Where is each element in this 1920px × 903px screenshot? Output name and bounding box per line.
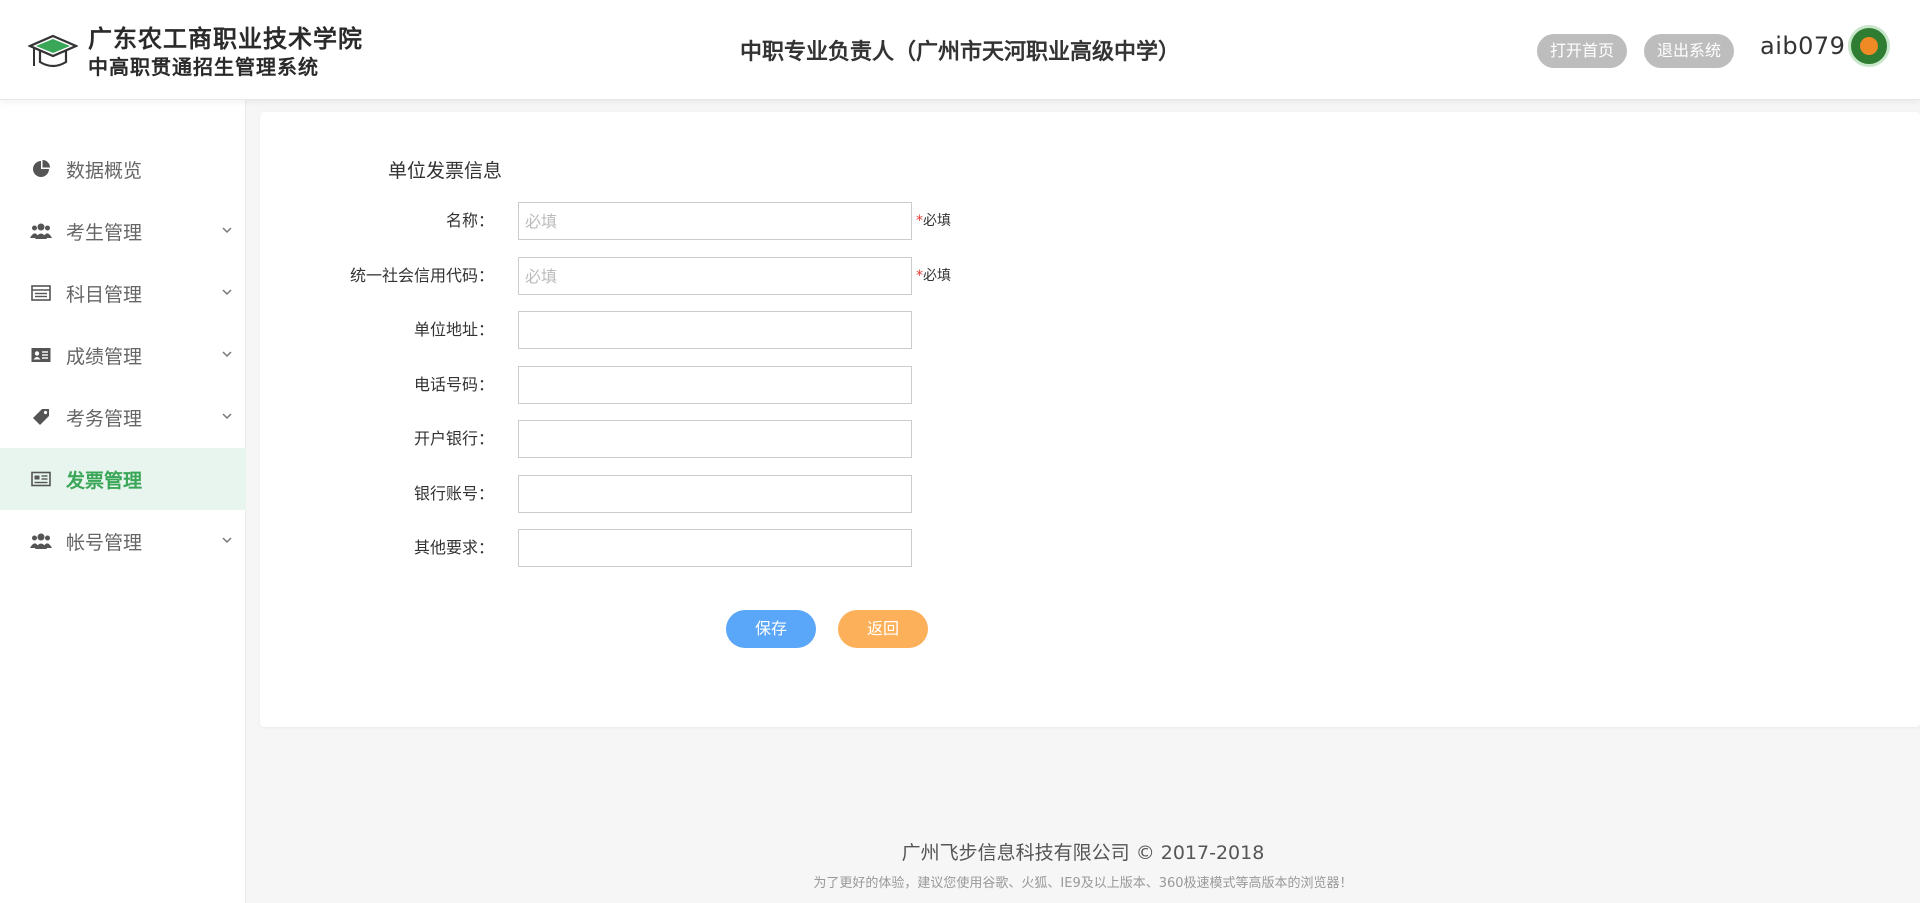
chevron-down-icon <box>222 227 232 234</box>
chevron-down-icon <box>222 537 232 544</box>
footer-browser-tip: 为了更好的体验，建议您使用谷歌、火狐、IE9及以上版本、360极速模式等高版本的… <box>813 876 1353 891</box>
form-row-credit-code: 统一社会信用代码： *必填 <box>260 257 1060 295</box>
brand: 广东农工商职业技术学院 中高职贯通招生管理系统 <box>88 24 363 80</box>
sidebar: 数据概览 考生管理 科目管理 成绩管理 考务管理 发票管理 帐号管理 <box>0 100 246 903</box>
field-label: 单位地址： <box>413 320 494 339</box>
field-label: 统一社会信用代码： <box>349 266 494 285</box>
list-icon <box>30 282 52 304</box>
form-title: 单位发票信息 <box>388 160 503 182</box>
required-note: *必填 <box>916 213 951 229</box>
save-button[interactable]: 保存 <box>726 610 816 648</box>
bank-account-input[interactable] <box>518 475 912 513</box>
phone-input[interactable] <box>518 366 912 404</box>
system-name: 中高职贯通招生管理系统 <box>88 55 319 79</box>
invoice-form-card: 单位发票信息 名称： *必填 统一社会信用代码： *必填 单位地址： 电话号码：… <box>260 112 1920 727</box>
required-note: *必填 <box>916 268 951 284</box>
top-header: 广东农工商职业技术学院 中高职贯通招生管理系统 中职专业负责人（广州市天河职业高… <box>0 0 1920 100</box>
logout-button[interactable]: 退出系统 <box>1644 34 1734 68</box>
name-input[interactable] <box>518 202 912 240</box>
pie-chart-icon <box>30 158 52 180</box>
sidebar-item-candidate-management[interactable]: 考生管理 <box>0 200 246 262</box>
users-icon <box>30 530 52 552</box>
field-label: 名称： <box>445 211 494 230</box>
form-row-phone: 电话号码： <box>260 366 1060 404</box>
role-title: 中职专业负责人（广州市天河职业高级中学） <box>739 40 1180 65</box>
graduation-cap-icon <box>28 34 78 68</box>
avatar[interactable] <box>1848 25 1890 67</box>
sidebar-item-label: 成绩管理 <box>66 345 143 368</box>
tag-icon <box>30 406 52 428</box>
sidebar-item-label: 发票管理 <box>66 469 143 492</box>
id-card-icon <box>30 344 52 366</box>
address-input[interactable] <box>518 311 912 349</box>
sidebar-menu: 数据概览 考生管理 科目管理 成绩管理 考务管理 发票管理 帐号管理 <box>0 138 246 572</box>
required-text: 必填 <box>923 213 951 229</box>
chevron-down-icon <box>222 289 232 296</box>
sidebar-item-score-management[interactable]: 成绩管理 <box>0 324 246 386</box>
field-label: 银行账号： <box>413 484 494 503</box>
sidebar-item-label: 考务管理 <box>66 407 143 430</box>
sidebar-item-label: 科目管理 <box>66 283 143 306</box>
form-row-bank: 开户银行： <box>260 420 1060 458</box>
bank-input[interactable] <box>518 420 912 458</box>
chevron-down-icon <box>222 351 232 358</box>
form-row-name: 名称： *必填 <box>260 202 1060 240</box>
sidebar-item-label: 考生管理 <box>66 221 143 244</box>
form-row-account: 银行账号： <box>260 475 1060 513</box>
sidebar-item-exam-affairs[interactable]: 考务管理 <box>0 386 246 448</box>
back-button[interactable]: 返回 <box>838 610 928 648</box>
sidebar-item-invoice-management[interactable]: 发票管理 <box>0 448 246 510</box>
credit-code-input[interactable] <box>518 257 912 295</box>
sidebar-item-data-overview[interactable]: 数据概览 <box>0 138 246 200</box>
open-home-button[interactable]: 打开首页 <box>1537 34 1627 68</box>
field-label: 其他要求： <box>413 538 494 557</box>
field-label: 电话号码： <box>413 375 494 394</box>
sidebar-item-label: 帐号管理 <box>66 531 143 554</box>
form-row-other: 其他要求： <box>260 529 1060 567</box>
sidebar-item-label: 数据概览 <box>66 159 143 182</box>
chevron-down-icon <box>222 413 232 420</box>
form-row-address: 单位地址： <box>260 311 1060 349</box>
required-text: 必填 <box>923 268 951 284</box>
school-name: 广东农工商职业技术学院 <box>88 25 363 53</box>
users-icon <box>30 220 52 242</box>
footer-copyright: 广州飞步信息科技有限公司 © 2017-2018 <box>901 842 1265 864</box>
username[interactable]: aib079 <box>1760 32 1845 60</box>
sidebar-item-account-management[interactable]: 帐号管理 <box>0 510 246 572</box>
field-label: 开户银行： <box>413 429 494 448</box>
sidebar-item-subject-management[interactable]: 科目管理 <box>0 262 246 324</box>
invoice-icon <box>30 468 52 490</box>
other-requirements-input[interactable] <box>518 529 912 567</box>
